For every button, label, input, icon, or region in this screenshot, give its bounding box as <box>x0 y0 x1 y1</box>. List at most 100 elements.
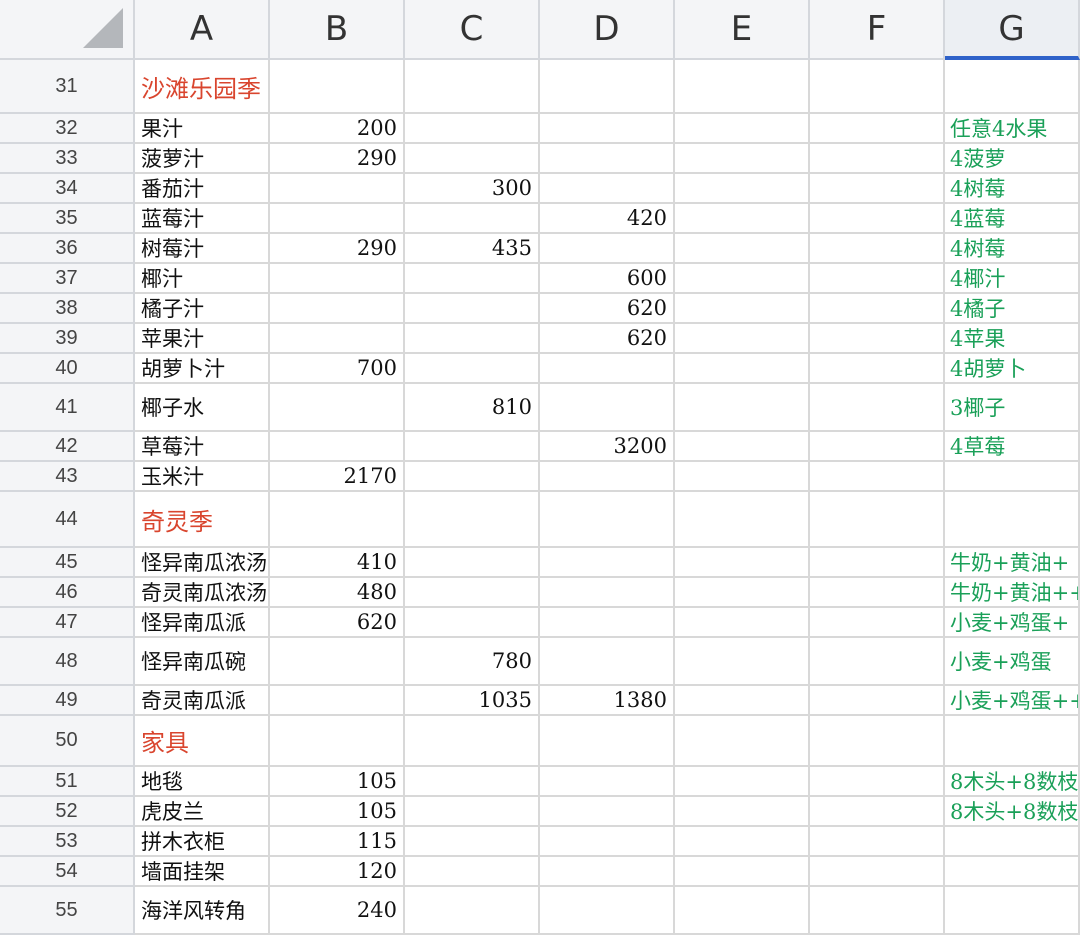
cell-a41[interactable]: 椰子水 <box>135 384 270 432</box>
cell-d37[interactable]: 600 <box>540 264 675 294</box>
cell-g55[interactable] <box>945 887 1080 935</box>
cell-d42[interactable]: 3200 <box>540 432 675 462</box>
row-header-49[interactable]: 49 <box>0 686 135 716</box>
cell-a37[interactable]: 椰汁 <box>135 264 270 294</box>
cell-f55[interactable] <box>810 887 945 935</box>
row-header-45[interactable]: 45 <box>0 548 135 578</box>
cell-c37[interactable] <box>405 264 540 294</box>
cell-d33[interactable] <box>540 144 675 174</box>
cell-d44[interactable] <box>540 492 675 548</box>
cell-a39[interactable]: 苹果汁 <box>135 324 270 354</box>
cell-a33[interactable]: 菠萝汁 <box>135 144 270 174</box>
cell-b37[interactable] <box>270 264 405 294</box>
cell-d35[interactable]: 420 <box>540 204 675 234</box>
cell-d32[interactable] <box>540 114 675 144</box>
cell-g41[interactable]: 3椰子 <box>945 384 1080 432</box>
cell-e32[interactable] <box>675 114 810 144</box>
row-header-44[interactable]: 44 <box>0 492 135 548</box>
row-header-43[interactable]: 43 <box>0 462 135 492</box>
cell-e43[interactable] <box>675 462 810 492</box>
cell-d31[interactable] <box>540 60 675 114</box>
cell-e37[interactable] <box>675 264 810 294</box>
cell-d50[interactable] <box>540 716 675 767</box>
cell-d52[interactable] <box>540 797 675 827</box>
column-header-f[interactable]: F <box>810 0 945 60</box>
cell-a45[interactable]: 怪异南瓜浓汤 <box>135 548 270 578</box>
row-header-42[interactable]: 42 <box>0 432 135 462</box>
row-header-37[interactable]: 37 <box>0 264 135 294</box>
cell-c43[interactable] <box>405 462 540 492</box>
cell-d47[interactable] <box>540 608 675 638</box>
cell-g36[interactable]: 4树莓 <box>945 234 1080 264</box>
cell-b51[interactable]: 105 <box>270 767 405 797</box>
cell-e36[interactable] <box>675 234 810 264</box>
cell-e48[interactable] <box>675 638 810 686</box>
row-header-46[interactable]: 46 <box>0 578 135 608</box>
row-header-41[interactable]: 41 <box>0 384 135 432</box>
row-header-55[interactable]: 55 <box>0 887 135 935</box>
cell-f38[interactable] <box>810 294 945 324</box>
column-header-e[interactable]: E <box>675 0 810 60</box>
cell-c36[interactable]: 435 <box>405 234 540 264</box>
cell-a51[interactable]: 地毯 <box>135 767 270 797</box>
cell-a46[interactable]: 奇灵南瓜浓汤 <box>135 578 270 608</box>
cell-g35[interactable]: 4蓝莓 <box>945 204 1080 234</box>
cell-b46[interactable]: 480 <box>270 578 405 608</box>
row-header-39[interactable]: 39 <box>0 324 135 354</box>
cell-c49[interactable]: 1035 <box>405 686 540 716</box>
cell-d43[interactable] <box>540 462 675 492</box>
column-header-d[interactable]: D <box>540 0 675 60</box>
row-header-38[interactable]: 38 <box>0 294 135 324</box>
cell-f40[interactable] <box>810 354 945 384</box>
cell-d34[interactable] <box>540 174 675 204</box>
cell-b40[interactable]: 700 <box>270 354 405 384</box>
cell-g50[interactable] <box>945 716 1080 767</box>
cell-f46[interactable] <box>810 578 945 608</box>
cell-c48[interactable]: 780 <box>405 638 540 686</box>
row-header-35[interactable]: 35 <box>0 204 135 234</box>
cell-f31[interactable] <box>810 60 945 114</box>
cell-c50[interactable] <box>405 716 540 767</box>
row-header-53[interactable]: 53 <box>0 827 135 857</box>
cell-e34[interactable] <box>675 174 810 204</box>
cell-e44[interactable] <box>675 492 810 548</box>
cell-d54[interactable] <box>540 857 675 887</box>
cell-d55[interactable] <box>540 887 675 935</box>
row-header-40[interactable]: 40 <box>0 354 135 384</box>
cell-f32[interactable] <box>810 114 945 144</box>
cell-a54[interactable]: 墙面挂架 <box>135 857 270 887</box>
cell-f53[interactable] <box>810 827 945 857</box>
column-header-g[interactable]: G <box>945 0 1080 60</box>
cell-b49[interactable] <box>270 686 405 716</box>
cell-e46[interactable] <box>675 578 810 608</box>
cell-b35[interactable] <box>270 204 405 234</box>
cell-a48[interactable]: 怪异南瓜碗 <box>135 638 270 686</box>
cell-d39[interactable]: 620 <box>540 324 675 354</box>
cell-c53[interactable] <box>405 827 540 857</box>
cell-b54[interactable]: 120 <box>270 857 405 887</box>
cell-b43[interactable]: 2170 <box>270 462 405 492</box>
cell-d36[interactable] <box>540 234 675 264</box>
cell-d46[interactable] <box>540 578 675 608</box>
cell-g47[interactable]: 小麦+鸡蛋+ <box>945 608 1080 638</box>
cell-e39[interactable] <box>675 324 810 354</box>
cell-c46[interactable] <box>405 578 540 608</box>
row-header-31[interactable]: 31 <box>0 60 135 114</box>
cell-g52[interactable]: 8木头+8数枝 <box>945 797 1080 827</box>
cell-c54[interactable] <box>405 857 540 887</box>
cell-a47[interactable]: 怪异南瓜派 <box>135 608 270 638</box>
row-header-50[interactable]: 50 <box>0 716 135 767</box>
cell-b36[interactable]: 290 <box>270 234 405 264</box>
cell-e53[interactable] <box>675 827 810 857</box>
cell-c41[interactable]: 810 <box>405 384 540 432</box>
cell-b31[interactable] <box>270 60 405 114</box>
row-header-51[interactable]: 51 <box>0 767 135 797</box>
select-all-corner[interactable] <box>0 0 135 60</box>
cell-e47[interactable] <box>675 608 810 638</box>
spreadsheet-grid[interactable]: ABCDEFG 31 沙滩乐园季 32 果汁 200 任意4水果 33 菠萝汁 290 4菠萝 34… <box>0 0 1080 935</box>
cell-b32[interactable]: 200 <box>270 114 405 144</box>
cell-e35[interactable] <box>675 204 810 234</box>
cell-f37[interactable] <box>810 264 945 294</box>
cell-c40[interactable] <box>405 354 540 384</box>
column-header-b[interactable]: B <box>270 0 405 60</box>
